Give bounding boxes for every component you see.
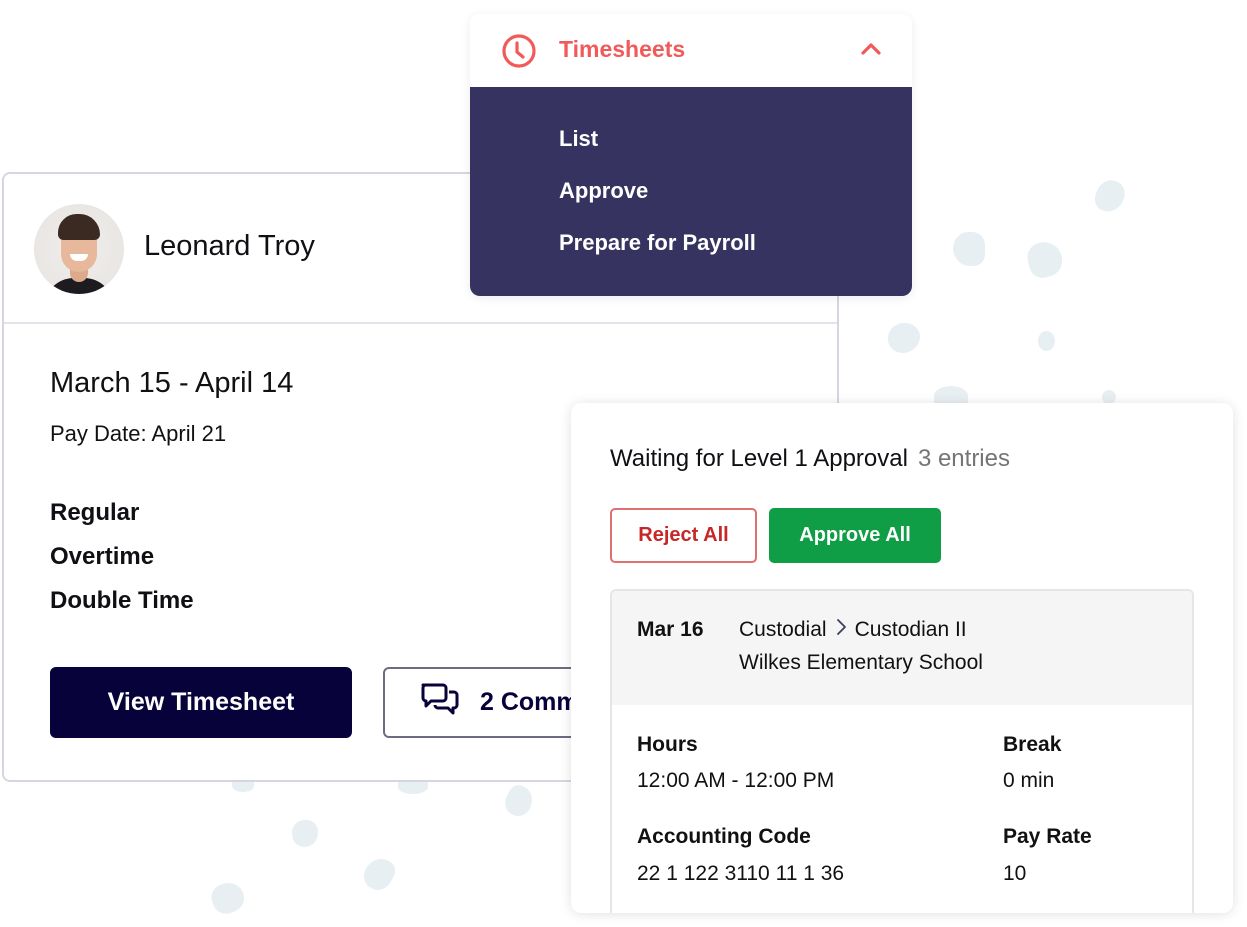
avatar [34, 204, 124, 294]
entry-date: Mar 16 [637, 618, 704, 641]
timesheets-menu: Timesheets List Approve Prepare for Payr… [470, 14, 912, 296]
hour-categories: Regular Overtime Double Time [50, 499, 194, 631]
department: Custodial [739, 618, 827, 641]
decor-blob [207, 878, 249, 918]
timesheet-entry: Mar 16 Custodial Custodian II Wilkes Ele… [610, 589, 1194, 913]
reject-all-button[interactable]: Reject All [610, 508, 757, 563]
pay-period: March 15 - April 14 [50, 367, 294, 399]
pay-date: Pay Date: April 21 [50, 421, 227, 446]
accounting-code-value: 22 1 122 3110 11 1 36 [637, 862, 845, 885]
menu-item-prepare-payroll[interactable]: Prepare for Payroll [559, 230, 756, 256]
chat-bubbles-icon [420, 682, 460, 723]
decor-blob [358, 853, 400, 895]
entry-location: Wilkes Elementary School [739, 651, 983, 674]
decor-blob [292, 820, 318, 847]
approval-card: Waiting for Level 1 Approval 3 entries Re… [571, 403, 1233, 913]
hours-value: 12:00 AM - 12:00 PM [637, 769, 835, 792]
approve-all-button[interactable]: Approve All [769, 508, 941, 563]
entry-header: Mar 16 Custodial Custodian II Wilkes Ele… [612, 591, 1192, 705]
decor-blob [398, 780, 428, 794]
approval-title: Waiting for Level 1 Approval 3 entries [610, 445, 1010, 473]
decor-blob [1024, 238, 1066, 281]
menu-item-list[interactable]: List [559, 126, 598, 152]
chevron-right-icon [835, 618, 847, 642]
view-timesheet-button[interactable]: View Timesheet [50, 667, 352, 738]
menu-items: List Approve Prepare for Payroll [470, 87, 912, 296]
pay-rate-label: Pay Rate [1003, 825, 1092, 848]
accounting-code-label: Accounting Code [637, 825, 811, 848]
position: Custodian II [854, 618, 967, 641]
approval-heading: Waiting for Level 1 Approval [610, 445, 908, 472]
menu-item-approve[interactable]: Approve [559, 178, 648, 204]
category-double-time: Double Time [50, 587, 194, 614]
employee-name: Leonard Troy [144, 230, 315, 262]
clock-icon [501, 33, 537, 74]
menu-title: Timesheets [559, 36, 686, 62]
category-overtime: Overtime [50, 543, 155, 570]
entry-job-path: Custodial Custodian II [739, 618, 967, 642]
decor-blob [1102, 390, 1116, 404]
decor-blob [500, 781, 538, 821]
decor-blob [953, 232, 985, 266]
break-label: Break [1003, 733, 1062, 756]
break-value: 0 min [1003, 769, 1055, 792]
decor-blob [1091, 176, 1129, 216]
decor-blob [1038, 331, 1055, 351]
category-regular: Regular [50, 499, 140, 526]
pay-rate-value: 10 [1003, 862, 1027, 885]
chevron-up-icon[interactable] [860, 40, 882, 61]
decor-blob [888, 323, 920, 353]
entry-count: 3 entries [917, 445, 1010, 472]
timesheets-menu-header[interactable]: Timesheets [470, 14, 912, 87]
hours-label: Hours [637, 733, 698, 756]
